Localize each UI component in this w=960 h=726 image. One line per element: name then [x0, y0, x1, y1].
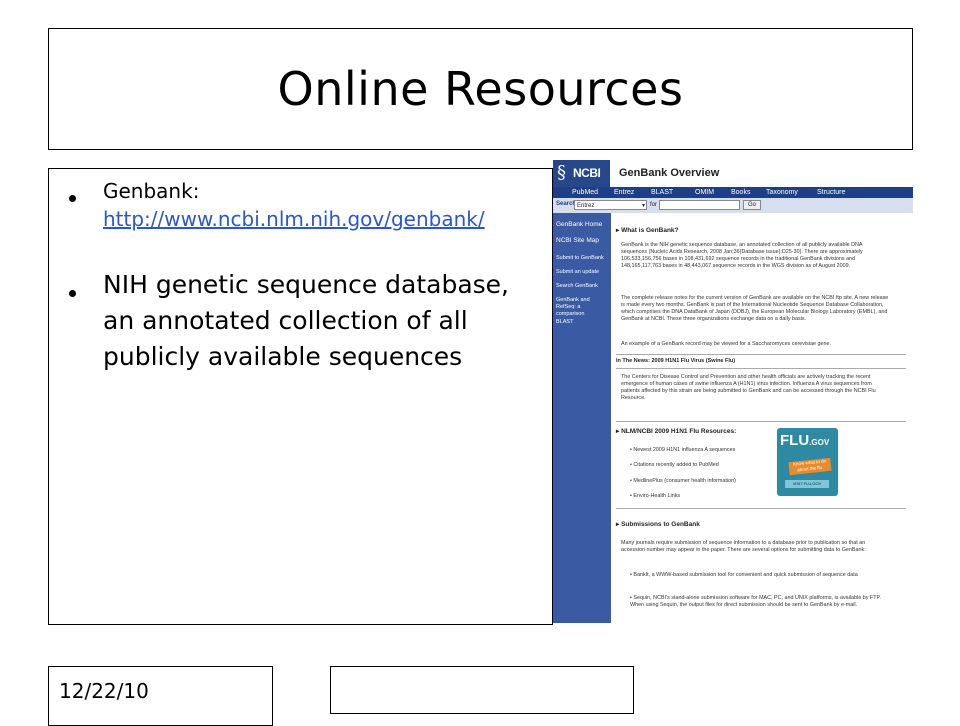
submission-item: • BankIt, a WWW-based submission tool fo… [630, 572, 858, 578]
sidebar-item-sitemap[interactable]: NCBI Site Map [556, 237, 599, 244]
genbank-link[interactable]: http://www.ncbi.nlm.nih.gov/genbank/ [103, 207, 485, 231]
genbank-page-title: GenBank Overview [619, 167, 720, 179]
flu-gov-badge[interactable]: FLU.GOV Know what to do about the flu. V… [777, 428, 838, 496]
para-what-3: An example of a GenBank record may be vi… [621, 341, 832, 347]
para-what-1: GenBank is the NIH genetic sequence data… [621, 242, 863, 269]
slide-date: 12/22/10 [59, 679, 149, 703]
content-placeholder: Genbank: http://www.ncbi.nlm.nih.gov/gen… [48, 168, 553, 625]
sidebar-item-refseq[interactable]: GenBank and RefSeq: a comparison [556, 297, 608, 318]
para-news: The Centers for Disease Control and Prev… [621, 374, 876, 401]
genbank-sidebar: GenBank Home NCBI Site Map Submit to Gen… [553, 213, 611, 623]
footer-placeholder [330, 666, 634, 714]
bullet-icon [69, 282, 76, 301]
divider [616, 368, 906, 369]
nav-taxonomy[interactable]: Taxonomy [766, 187, 798, 198]
flu-item: • Citations recently added to PubMed [630, 462, 719, 468]
flu-item: • MedlinePlus (consumer health informati… [630, 478, 736, 484]
heading-news: In The News: 2009 H1N1 Flu Virus (Swine … [616, 358, 736, 364]
nav-pubmed[interactable]: PubMed [572, 187, 598, 198]
nav-entrez[interactable]: Entrez [614, 187, 634, 198]
search-label: Search [556, 201, 577, 207]
search-input[interactable] [659, 200, 740, 210]
search-db-select[interactable]: Entrez ▾ [574, 200, 647, 210]
flu-tagline: Know what to do about the flu. [788, 457, 832, 476]
heading-what-is-genbank: ▸ What is GenBank? [616, 227, 679, 234]
ncbi-logo: § NCBI [553, 160, 610, 187]
nav-structure[interactable]: Structure [817, 187, 845, 198]
flu-item: • Enviro-Health Links [630, 493, 681, 499]
divider [616, 508, 906, 509]
heading-submissions: ▸ Submissions to GenBank [616, 521, 700, 528]
nav-omim[interactable]: OMIM [695, 187, 714, 198]
sidebar-item-search[interactable]: Search GenBank [556, 283, 598, 290]
bullet-icon [69, 187, 76, 206]
bullet-genbank: Genbank: http://www.ncbi.nlm.nih.gov/gen… [103, 177, 485, 233]
sidebar-item-update[interactable]: Submit an update [556, 269, 599, 276]
divider [616, 354, 906, 355]
flu-item: • Newest 2009 H1N1 influenza A sequences [630, 447, 736, 453]
divider [616, 421, 906, 422]
genbank-nav: PubMed Entrez BLAST OMIM Books Taxonomy … [553, 187, 913, 198]
for-label: for [650, 202, 658, 208]
chevron-down-icon: ▾ [641, 203, 645, 209]
nav-books[interactable]: Books [731, 187, 750, 198]
heading-flu-resources: ▸ NLM/NCBI 2009 H1N1 Flu Resources: [616, 428, 737, 435]
submission-item: • Sequin, NCBI's stand-alone submission … [630, 595, 881, 608]
visit-flu-button[interactable]: VISIT FLU.GOV [785, 480, 829, 488]
sidebar-item-submit[interactable]: Submit to GenBank [556, 255, 604, 262]
title-placeholder: Online Resources [48, 28, 913, 150]
sidebar-item-blast[interactable]: BLAST [556, 319, 573, 326]
flu-gov-logo: FLU.GOV [780, 432, 830, 449]
genbank-screenshot: § NCBI GenBank Overview PubMed Entrez BLA… [553, 160, 913, 623]
genbank-header: § NCBI GenBank Overview [553, 160, 913, 187]
sidebar-item-home[interactable]: GenBank Home [556, 221, 602, 228]
para-submissions: Many journals require submission of sequ… [621, 540, 866, 553]
bullet-description: NIH genetic sequence database, an annota… [103, 270, 510, 371]
date-placeholder: 12/22/10 [48, 666, 273, 726]
nav-blast[interactable]: BLAST [651, 187, 673, 198]
genbank-search-bar: Search Entrez ▾ for Go [553, 198, 913, 213]
genbank-label: Genbank: [103, 179, 200, 203]
go-button[interactable]: Go [743, 200, 761, 210]
para-what-2: The complete release notes for the curre… [621, 295, 889, 322]
slide-title: Online Resources [277, 62, 684, 116]
